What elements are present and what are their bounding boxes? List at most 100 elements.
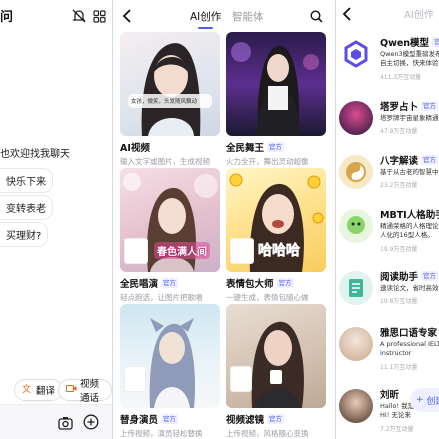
card-desc: 轻点跑选，让图片把歌唱 xyxy=(120,293,203,302)
official-badge: 官方 xyxy=(276,278,294,288)
official-badge: 官方 xyxy=(267,142,285,152)
thumbnail xyxy=(124,366,146,392)
card-video-filter[interactable]: 视频滤镜 官方 上传视频，风格随心变换 xyxy=(226,304,326,439)
create-label: 创建 xyxy=(426,396,439,407)
create-button[interactable]: + 创建 xyxy=(410,388,439,412)
agent-desc: 精通荣格的人格理论 xyxy=(380,222,439,230)
list-item[interactable]: Qwen模型官方 Qwen3模型重磅发布自主切换，快来体验 411.3万互动量 xyxy=(336,32,439,96)
grid-icon[interactable] xyxy=(93,8,106,27)
card-image: 女孩，微笑，头发随风飘动 xyxy=(120,32,220,136)
card-desc: 输入文字或图片，生成视频 xyxy=(120,157,210,166)
interaction-count: 23.2万互动量 xyxy=(380,182,418,189)
chat-panel: 问 也欢迎找我聊天 快乐下来 变转表老 买理财? 文 翻译 视频通话 xyxy=(0,0,112,439)
official-badge: 官方 xyxy=(267,414,285,424)
agent-name: 八字解读 xyxy=(380,156,419,167)
mbti-avatar xyxy=(339,209,373,243)
card-desc: 上传视频，演员轻松替换 xyxy=(120,429,203,438)
input-bar xyxy=(0,404,112,439)
agent-name: MBTI人格助手 xyxy=(380,210,439,221)
card-title: AI视频 xyxy=(120,143,150,154)
suggestion-bubble[interactable]: 买理财? xyxy=(0,222,49,247)
agent-name: 塔罗占卜 xyxy=(380,102,419,113)
card-image xyxy=(226,32,326,136)
card-title: 表情包大师 xyxy=(226,279,274,290)
plus-icon: + xyxy=(416,395,424,405)
interaction-count: 11.1万互动量 xyxy=(380,364,418,371)
mute-icon[interactable] xyxy=(72,8,86,27)
person-avatar xyxy=(339,389,373,423)
card-image xyxy=(120,304,220,408)
agent-desc: 速读论文，省时高效 xyxy=(380,284,439,292)
interaction-count: 411.3万互动量 xyxy=(380,74,422,81)
thumbnail xyxy=(230,366,252,392)
ai-create-panel: AI创作 智能体 女孩，微笑，头发随风飘动 AI视频 输入文字或图片，生成视频 xyxy=(113,0,335,439)
agent-desc: 人化的16型人格。 xyxy=(380,231,434,239)
camera-icon[interactable] xyxy=(58,415,73,434)
official-badge: 官方 xyxy=(421,101,439,111)
tab-ai-create[interactable]: AI创作 xyxy=(404,6,434,21)
chat-header: 问 xyxy=(0,0,112,30)
card-meme-master[interactable]: 哈哈哈 表情包大师 官方 一键生成，表情包随心做 xyxy=(226,168,326,303)
back-arrow-icon[interactable] xyxy=(122,8,132,27)
qwen-logo-icon xyxy=(339,37,373,71)
suggestion-bubble[interactable]: 变转表老 xyxy=(0,195,53,220)
thumbnail xyxy=(124,238,148,264)
tarot-avatar xyxy=(339,101,373,135)
list-item[interactable]: 雅思口语专家 A professional IELTS instructor 11… xyxy=(336,322,439,386)
agent-name: 刘昕 xyxy=(380,390,400,401)
card-dance-king[interactable]: 全民舞王 官方 火力全开，舞出灵动超像 xyxy=(226,32,326,167)
svg-text:文: 文 xyxy=(22,383,31,394)
interaction-count: 47.9万互动量 xyxy=(380,128,418,135)
translate-chip[interactable]: 文 翻译 xyxy=(14,379,64,401)
official-badge: 官方 xyxy=(421,155,439,165)
card-sing[interactable]: 春色满人间 全民唱演 官方 轻点跑选，让图片把歌唱 xyxy=(120,168,220,303)
agent-desc: 塔罗牌宇宙星象精通 xyxy=(380,114,439,122)
official-badge: 官方 xyxy=(432,37,439,47)
interaction-count: 19.8万互动量 xyxy=(380,298,418,305)
video-call-chip[interactable]: 视频通话 xyxy=(58,379,112,404)
agent-desc: Qwen3模型重磅发布 xyxy=(380,50,439,58)
tab-agents[interactable]: 智能体 xyxy=(232,9,264,24)
card-ai-video[interactable]: 女孩，微笑，头发随风飘动 AI视频 输入文字或图片，生成视频 xyxy=(120,32,220,167)
card-stunt-actor[interactable]: 替身演员 官方 上传视频，演员轻松替换 xyxy=(120,304,220,439)
suggestion-bubble[interactable]: 快乐下来 xyxy=(0,168,53,193)
card-image xyxy=(226,304,326,408)
card-title: 全民舞王 xyxy=(226,143,265,154)
card-title: 替身演员 xyxy=(120,415,159,426)
reading-icon xyxy=(339,271,373,305)
prompt-overlay: 女孩，微笑，头发随风飘动 xyxy=(128,94,212,108)
back-arrow-icon[interactable] xyxy=(342,6,352,25)
card-desc: 火力全开，舞出灵动超像 xyxy=(226,157,309,166)
chat-title: 问 xyxy=(0,10,14,25)
official-badge: 官方 xyxy=(161,414,179,424)
ai-create-header: AI创作 智能体 xyxy=(113,0,335,30)
agent-desc: 自主切换，快来体验 xyxy=(380,59,439,67)
interaction-count: 7.2万互动量 xyxy=(380,426,414,433)
tab-ai-create[interactable]: AI创作 xyxy=(190,9,221,29)
add-icon[interactable] xyxy=(83,414,99,434)
greeting-text: 也欢迎找我聊天 xyxy=(0,149,70,160)
agents-panel: AI创作 Qwen模型官方 Qwen3模型重磅发布自主切换，快来体验 411.3… xyxy=(336,0,439,439)
agent-name: 雅思口语专家 xyxy=(380,328,438,339)
interaction-count: 19.9万互动量 xyxy=(380,246,418,253)
card-desc: 上传视频，风格随心变换 xyxy=(226,429,309,438)
card-image: 春色满人间 xyxy=(120,168,220,272)
card-desc: 一键生成，表情包随心做 xyxy=(226,293,309,302)
card-image: 哈哈哈 xyxy=(226,168,326,272)
card-title: 全民唱演 xyxy=(120,279,159,290)
agent-desc: A professional IELTS xyxy=(380,340,439,348)
chip-label: 视频通话 xyxy=(80,379,100,404)
agent-name: Qwen模型 xyxy=(380,38,430,49)
card-overlay-text: 哈哈哈 xyxy=(258,243,301,260)
list-item[interactable]: MBTI人格助手 精通荣格的人格理论 人化的16型人格。 19.9万互动量 xyxy=(336,204,439,268)
official-badge: 官方 xyxy=(161,278,179,288)
list-item[interactable]: 阅读助手 官方 速读论文，省时高效 19.8万互动量 xyxy=(336,266,439,330)
agent-desc: Hi! 无论来 xyxy=(380,411,411,419)
chip-label: 翻译 xyxy=(36,386,56,397)
bagua-icon xyxy=(339,155,373,189)
translate-icon: 文 xyxy=(22,383,33,397)
agent-name: 阅读助手 xyxy=(380,272,419,283)
official-badge: 官方 xyxy=(421,271,439,281)
video-call-icon xyxy=(65,383,77,397)
search-icon[interactable] xyxy=(310,8,323,27)
